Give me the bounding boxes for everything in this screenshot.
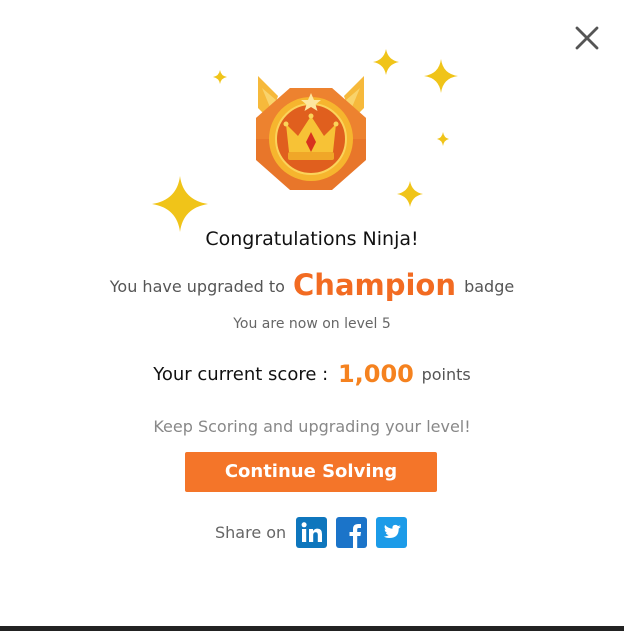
score-prefix: Your current score : [153, 364, 329, 385]
sparkle-icon [152, 176, 208, 232]
upgrade-prefix: You have upgraded to [109, 277, 285, 296]
level-text: You are now on level 5 [233, 316, 391, 332]
linkedin-icon[interactable] [296, 516, 328, 548]
champion-crown-badge-icon [256, 76, 366, 190]
sparkle-icon [424, 59, 458, 93]
bottom-edge [0, 626, 624, 631]
share-row: Share on [215, 516, 416, 548]
keep-scoring-text: Keep Scoring and upgrading your level! [153, 417, 471, 436]
badge-illustration [152, 49, 458, 232]
badge-name: Champion [293, 268, 456, 302]
sparkle-icon [437, 132, 449, 146]
upgrade-suffix: badge [464, 277, 515, 296]
upgrade-modal: Congratulations Ninja! You have upgraded… [0, 0, 624, 626]
sparkle-icon [397, 181, 423, 207]
sparkle-icon [213, 70, 227, 84]
sparkle-icon [373, 49, 399, 75]
upgrade-message: You have upgraded to Champion badge [0, 268, 624, 302]
facebook-icon[interactable] [336, 516, 368, 548]
continue-solving-button[interactable]: Continue Solving [185, 452, 437, 492]
score-value: 1,000 [337, 360, 414, 388]
twitter-icon[interactable] [376, 516, 408, 548]
congrats-heading: Congratulations Ninja! [205, 228, 419, 250]
score-message: Your current score : 1,000 points [0, 360, 624, 388]
score-suffix: points [421, 365, 471, 384]
share-label: Share on [215, 522, 287, 542]
